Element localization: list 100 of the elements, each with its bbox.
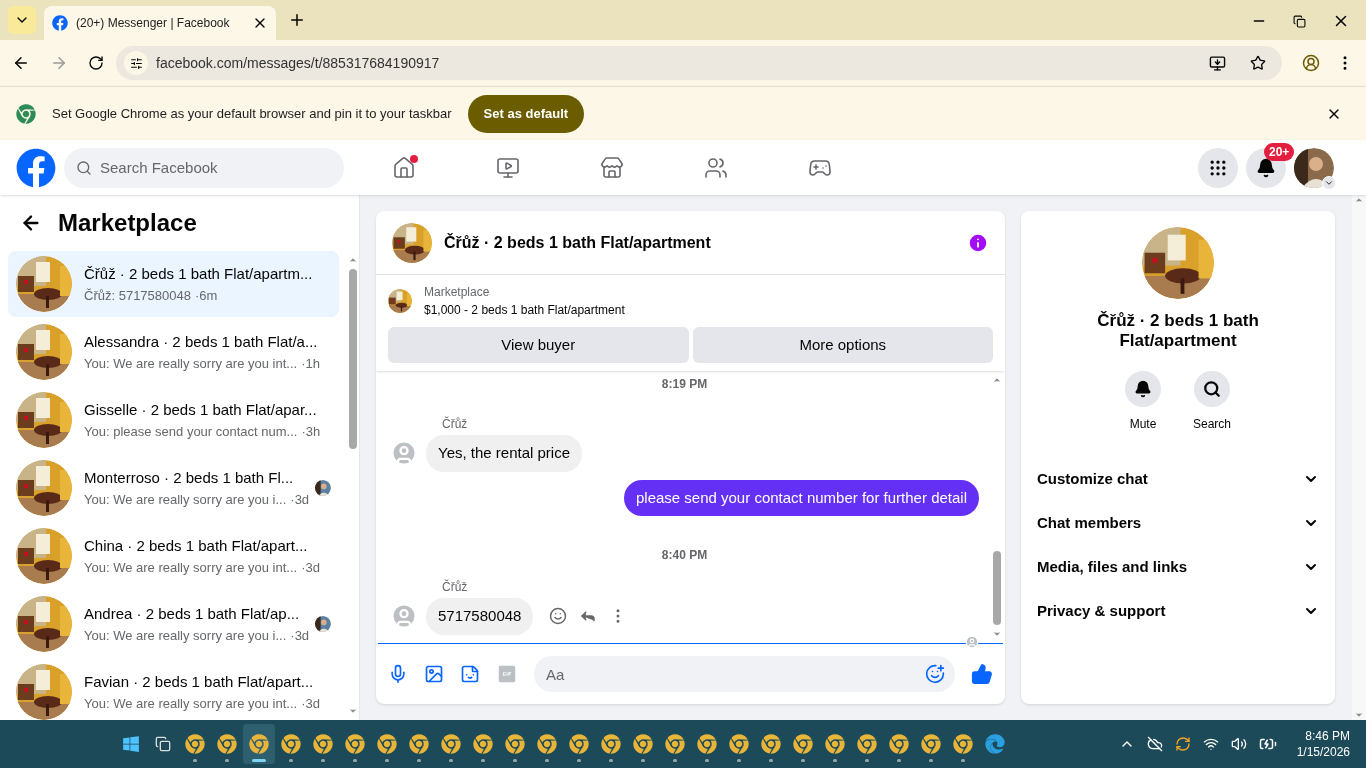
running-indicator [641,759,646,762]
back-icon[interactable] [12,54,30,72]
details-section[interactable]: Media, files and links [1029,545,1327,589]
message-preview: You: We are really sorry are you int... [84,694,298,713]
incoming-message: Yes, the rental price [426,435,583,472]
clock[interactable]: 8:46 PM 1/15/2026 [1296,728,1350,760]
scroll-down-icon[interactable] [1354,710,1364,720]
conversation-title: Alessandra · 2 beds 1 bath Flat/a... [84,332,319,352]
conversation-item[interactable]: Favian · 2 beds 1 bath Flat/apart... You: We are really sorry are you int... ·3d [8,659,339,720]
chrome-icon [313,734,334,754]
address-bar[interactable]: facebook.com/messages/t/885317684190917 [116,46,1282,80]
message-time: ·3d [290,626,310,645]
scroll-up-icon[interactable] [992,375,1002,385]
install-icon[interactable] [1209,54,1226,72]
message-time: ·3h [301,422,321,441]
tab-title: (20+) Messenger | Facebook [76,15,231,32]
scrollbar-thumb[interactable] [349,269,357,449]
chrome-icon [345,734,366,754]
react-icon[interactable] [549,607,568,626]
chrome-icon [697,734,718,754]
chrome-icon [16,103,36,124]
message-field[interactable]: Aa [534,656,955,692]
details-section[interactable]: Chat members [1029,501,1327,545]
search-field[interactable]: Search Facebook [64,147,344,188]
running-indicator [737,759,742,762]
chrome-icon [889,734,910,754]
running-indicator [705,759,710,762]
details-section[interactable]: Privacy & support [1029,589,1327,633]
message-time: ·3d [301,694,320,713]
sync-icon[interactable] [1174,736,1191,752]
conversation-item[interactable]: Alessandra · 2 beds 1 bath Flat/a... You: We are really sorry are you int... ·1h [8,319,339,385]
browser-tab[interactable]: (20+) Messenger | Facebook [44,6,276,40]
scroll-down-icon[interactable] [348,706,358,716]
like-icon[interactable] [971,663,993,685]
url-text: facebook.com/messages/t/885317684190917 [156,53,441,73]
emoji-icon[interactable] [925,664,945,684]
listing-action-button[interactable]: View buyer [388,327,689,363]
scroll-down-icon[interactable] [992,629,1002,639]
conversation-item[interactable]: Gisselle · 2 beds 1 bath Flat/apar... You: please send your contact num... ·3h [8,387,339,453]
running-indicator [609,759,614,762]
chrome-icon [665,734,686,754]
info-icon[interactable] [967,231,989,254]
reload-icon[interactable] [88,55,104,71]
listing-title: $1,000 - 2 beds 1 bath Flat/apartment [424,302,625,319]
scroll-up-icon[interactable] [1354,195,1364,205]
wifi-icon[interactable] [1202,736,1219,752]
restore-icon[interactable] [1293,14,1306,28]
chrome-app-button[interactable] [243,724,276,764]
forward-icon[interactable] [50,54,68,72]
conversation-title: Čřůž · 2 beds 1 bath Flat/apartm... [84,264,314,284]
running-indicator [673,759,678,762]
chrome-icon [377,734,398,754]
sticker-icon[interactable] [460,664,480,684]
windows-icon [122,735,141,753]
running-indicator [801,759,806,762]
sidebar-title: Marketplace [58,208,197,238]
facebook-logo[interactable] [16,147,56,188]
chrome-icon [185,734,206,754]
incoming-message: 5717580048 [426,598,534,635]
tab-list-button[interactable] [8,6,36,34]
chrome-icon [921,734,942,754]
running-indicator [961,759,966,762]
conversation-item[interactable]: China · 2 beds 1 bath Flat/apart... You: We are really sorry are you int... ·3d [8,523,339,589]
message-preview: You: We are really sorry are you int... [84,354,298,373]
chrome-icon [633,734,654,754]
cloud-icon[interactable] [1146,736,1163,752]
site-info-button[interactable] [124,51,148,75]
bookmark-icon[interactable] [1250,55,1266,71]
chrome-icon [857,734,878,754]
details-section[interactable]: Customize chat [1029,457,1327,501]
running-indicator [833,759,838,762]
conversation-item[interactable]: Andrea · 2 beds 1 bath Flat/ap... You: We are really sorry are you i... ·3d [8,591,339,657]
tune-icon [129,56,143,70]
scroll-up-icon[interactable] [348,255,358,265]
conversation-item[interactable]: Monterroso · 2 beds 1 bath Fl... You: We are really sorry are you i... ·3d [8,455,339,521]
message-time: ·1h [301,354,320,373]
chrome-icon [825,734,846,754]
page-scrollbar[interactable] [1352,195,1366,720]
timestamp: 8:40 PM [661,547,708,564]
running-indicator [252,759,267,762]
running-indicator [417,759,422,762]
new-tab-icon[interactable] [288,11,306,29]
conversation-item[interactable]: Čřůž · 2 beds 1 bath Flat/apartm... Čřůž: 5717580048 ·6m [8,251,339,317]
home-icon[interactable] [392,155,416,180]
conversation-title: Favian · 2 beds 1 bath Flat/apart... [84,672,315,692]
microphone-icon[interactable] [388,664,408,684]
set-default-button[interactable]: Set as default [467,94,585,133]
listing-action-button[interactable]: More options [692,327,993,363]
profile-icon[interactable] [1302,54,1320,72]
store-icon[interactable] [600,155,624,180]
groups-icon[interactable] [704,155,728,180]
running-indicator [769,759,774,762]
scrollbar-thumb[interactable] [993,551,1001,625]
video-icon[interactable] [496,155,520,180]
photo-icon[interactable] [424,664,444,684]
message-preview: Čřůž: 5717580048 [84,286,191,305]
edge-icon [985,734,1006,754]
volume-icon[interactable] [1230,736,1247,752]
notification-badge: 20+ [1264,142,1295,161]
menu-button[interactable] [1198,147,1238,188]
